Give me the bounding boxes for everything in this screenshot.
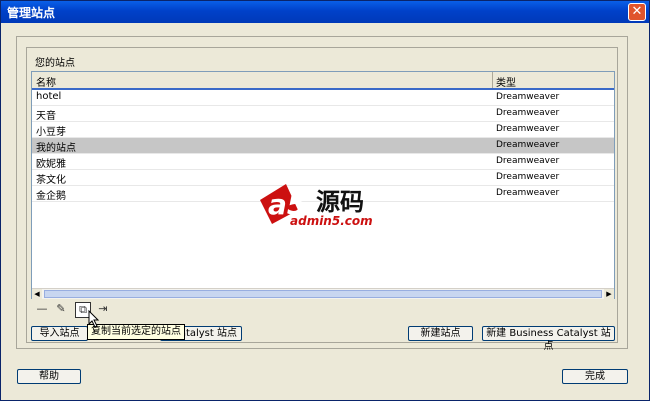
table-row[interactable]: 欧妮雅 Dreamweaver bbox=[32, 154, 614, 170]
table-row[interactable]: 天音 Dreamweaver bbox=[32, 106, 614, 122]
site-name-cell: 我的站点 bbox=[36, 143, 76, 154]
site-name-cell: 茶文化 bbox=[36, 175, 66, 186]
close-button[interactable]: ✕ bbox=[628, 3, 646, 21]
site-name-cell: 欧妮雅 bbox=[36, 159, 66, 170]
title-bar[interactable]: 管理站点 ✕ bbox=[1, 1, 649, 23]
mouse-pointer-icon bbox=[88, 310, 100, 328]
dialog-title: 管理站点 bbox=[7, 6, 56, 20]
column-header-type[interactable]: 类型 bbox=[496, 74, 516, 89]
table-row[interactable]: 我的站点 Dreamweaver bbox=[32, 138, 614, 154]
site-name-cell: 小豆芽 bbox=[36, 127, 66, 138]
scrollbar-thumb[interactable] bbox=[44, 290, 602, 298]
done-button[interactable]: 完成 bbox=[562, 369, 628, 384]
column-separator[interactable] bbox=[492, 72, 493, 88]
column-header-name[interactable]: 名称 bbox=[36, 74, 56, 89]
table-header: 名称 类型 bbox=[32, 72, 614, 90]
sites-group-label: 您的站点 bbox=[35, 58, 75, 69]
site-type-cell: Dreamweaver bbox=[496, 140, 560, 150]
site-name-cell: hotel bbox=[36, 91, 62, 102]
site-name-cell: 天音 bbox=[36, 111, 56, 122]
edit-site-icon[interactable]: ✎ bbox=[54, 302, 68, 316]
site-type-cell: Dreamweaver bbox=[496, 124, 560, 134]
table-row[interactable]: 小豆芽 Dreamweaver bbox=[32, 122, 614, 138]
site-name-cell: 金企鹅 bbox=[36, 191, 66, 202]
new-business-catalyst-button[interactable]: 新建 Business Catalyst 站点 bbox=[482, 326, 615, 352]
site-type-cell: Dreamweaver bbox=[496, 156, 560, 166]
help-button[interactable]: 帮助 bbox=[17, 369, 81, 384]
remove-site-icon[interactable]: — bbox=[35, 302, 49, 316]
logo-url-text: admin5.com bbox=[290, 214, 373, 228]
site-type-cell: Dreamweaver bbox=[496, 108, 560, 118]
close-icon: ✕ bbox=[631, 4, 643, 19]
site-type-cell: Dreamweaver bbox=[496, 172, 560, 182]
new-site-button[interactable]: 新建站点 bbox=[408, 326, 473, 341]
import-site-button[interactable]: 导入站点 bbox=[31, 326, 88, 341]
duplicate-tooltip: 复制当前选定的站点 bbox=[87, 324, 185, 340]
scroll-left-icon[interactable]: ◀ bbox=[32, 289, 42, 299]
site-type-cell: Dreamweaver bbox=[496, 188, 560, 198]
scroll-right-icon[interactable]: ▶ bbox=[604, 289, 614, 299]
table-row[interactable]: hotel Dreamweaver bbox=[32, 90, 614, 106]
site-type-cell: Dreamweaver bbox=[496, 92, 560, 102]
logo-han-text: 源码 bbox=[316, 188, 364, 216]
horizontal-scrollbar[interactable]: ◀ ▶ bbox=[32, 288, 614, 299]
